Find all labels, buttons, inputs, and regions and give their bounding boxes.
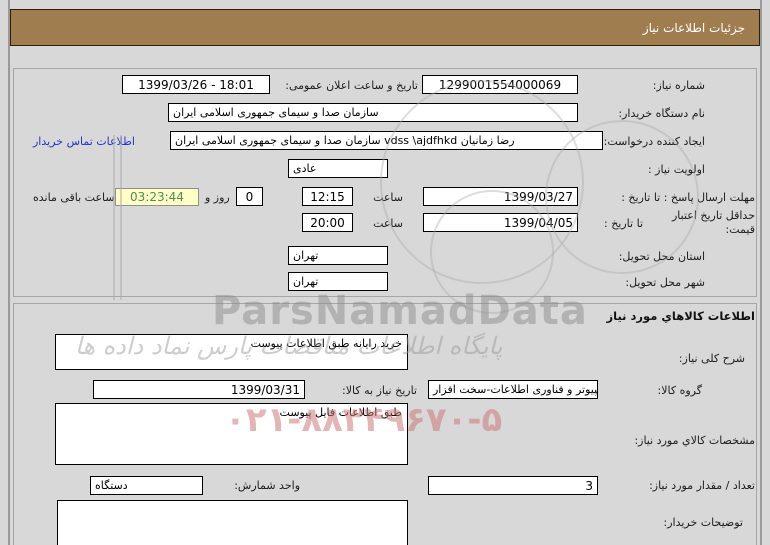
buyer-org-label: نام دستگاه خریدار: (618, 107, 705, 120)
quantity-label: تعداد / مقدار مورد نیاز: (649, 479, 755, 492)
priority-field[interactable]: عادی (288, 159, 388, 178)
validity-time-field[interactable]: 20:00 (302, 213, 353, 232)
validity-hour-label: ساعت (373, 217, 403, 230)
unit-label: واحد شمارش: (234, 479, 300, 492)
need-number-field[interactable]: 1299001554000069 (422, 75, 578, 94)
delivery-province-field[interactable]: تهران (288, 246, 388, 265)
time-remaining-countdown: 03:23:44 (115, 188, 199, 206)
buyer-notes-label: توضیحات خریدار: (663, 516, 744, 529)
delivery-city-label: شهر محل تحویل: (625, 276, 705, 289)
price-validity-label: حداقل تاریخ اعتبار قیمت: (671, 209, 755, 236)
buyer-notes-textarea[interactable] (57, 500, 408, 545)
unit-field[interactable]: دستگاه (90, 476, 203, 495)
announce-datetime-field[interactable]: 1399/03/26 - 18:01 (122, 75, 270, 94)
delivery-city-field[interactable]: تهران (288, 272, 388, 291)
need-number-label: شماره نیاز: (652, 79, 705, 92)
response-deadline-label: مهلت ارسال پاسخ : تا تاریخ : (621, 191, 755, 204)
goods-spec-label: مشخصات کالاي مورد نیاز: (634, 434, 755, 447)
until-date-label: تا تاریخ : (604, 217, 643, 230)
announce-datetime-label: تاریخ و ساعت اعلان عمومی: (285, 79, 418, 92)
buyer-org-field[interactable]: سازمان صدا و سیمای جمهوری اسلامی ایران (168, 103, 578, 122)
days-and-label: روز و (205, 191, 230, 204)
need-description-label: شرح کلی نیاز: (678, 352, 745, 365)
goods-need-date-field[interactable]: 1399/03/31 (93, 380, 305, 399)
goods-group-label: گروه کالا: (657, 384, 702, 397)
quantity-field[interactable]: 3 (428, 476, 598, 495)
request-creator-label: ایجاد کننده درخواست: (603, 135, 705, 148)
titlebar: جزئیات اطلاعات نیاز (10, 9, 760, 46)
need-description-textarea[interactable]: خرید رایانه طبق اطلاعات پیوست (55, 334, 408, 370)
delivery-province-label: استان محل تحویل: (618, 250, 705, 263)
window-right-border (760, 0, 762, 545)
buyer-contact-link[interactable]: اطلاعات تماس خریدار (33, 135, 135, 148)
goods-group-field[interactable]: کامپیوتر و فناوری اطلاعات-سخت افزار (428, 380, 598, 399)
priority-label: اولویت نیاز : (647, 163, 705, 176)
goods-spec-textarea[interactable]: طبق اطلاعات فایل پیوست (55, 403, 408, 465)
validity-date-field[interactable]: 1399/04/05 (423, 213, 578, 232)
goods-need-date-label: تاریخ نیاز به کالا: (342, 384, 417, 397)
deadline-time-field[interactable]: 12:15 (302, 187, 353, 206)
need-details-window: جزئیات اطلاعات نیاز شماره نیاز: 12990015… (0, 0, 770, 545)
request-creator-field[interactable]: رضا زمانیان vdss \ajdfhkd سازمان صدا و س… (170, 131, 603, 150)
goods-section-title: اطلاعات کالاهاي مورد نیاز (606, 309, 755, 323)
hours-remaining-label: ساعت باقی مانده (33, 191, 115, 204)
remaining-days-field[interactable]: 0 (236, 187, 263, 206)
page-title: جزئیات اطلاعات نیاز (642, 20, 745, 35)
deadline-hour-label: ساعت (373, 191, 403, 204)
deadline-date-field[interactable]: 1399/03/27 (423, 187, 578, 206)
window-left-border (8, 0, 10, 545)
